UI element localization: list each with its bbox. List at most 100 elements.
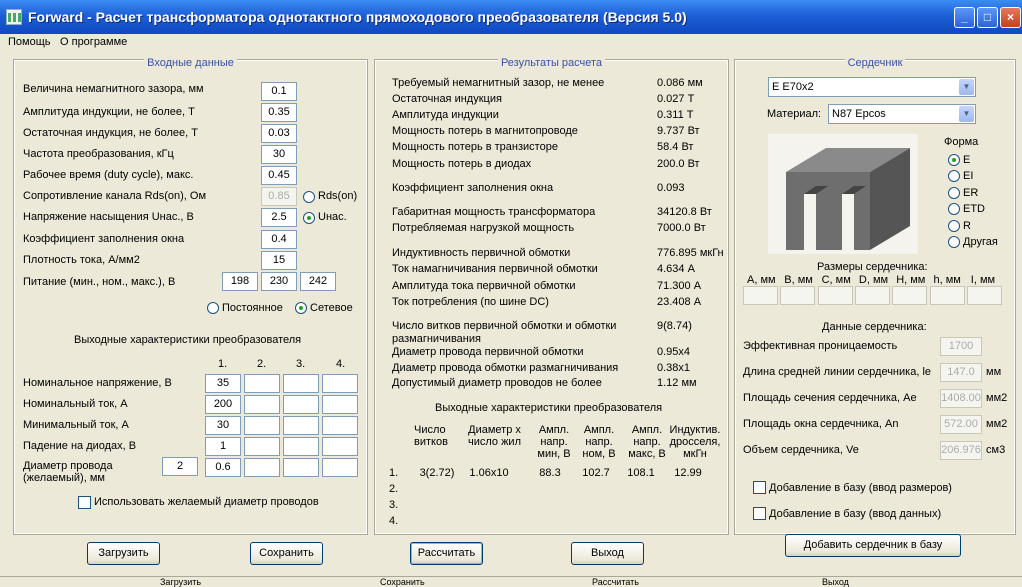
frequency-input[interactable]: 30	[261, 145, 297, 164]
size-input[interactable]	[743, 286, 778, 305]
core-data-label: Длина средней линии сердечника, le	[743, 366, 931, 378]
add-sizes-label: Добавление в базу (ввод размеров)	[769, 482, 952, 494]
form-radio[interactable]	[948, 186, 960, 199]
output-cell[interactable]	[244, 416, 280, 435]
size-input[interactable]	[817, 286, 853, 305]
add-data-checkbox[interactable]	[753, 507, 766, 520]
wire-count-input[interactable]: 2	[162, 457, 198, 476]
result-label: Остаточная индукция	[392, 93, 502, 105]
form-radio[interactable]	[948, 154, 960, 166]
size-label: C, мм	[821, 274, 851, 286]
calculate-button[interactable]: Рассчитать	[410, 542, 483, 565]
density-input[interactable]: 15	[261, 251, 297, 270]
results-row-index: 2.	[389, 483, 399, 495]
menu-about[interactable]: О программе	[60, 36, 127, 48]
col-3: 3.	[296, 358, 306, 370]
maximize-button[interactable]: □	[977, 7, 998, 28]
input-label-power: Питание (мин., ном., макс.), В	[23, 276, 176, 288]
result-value: 200.0 Вт	[657, 158, 700, 170]
output-cell[interactable]	[322, 395, 358, 414]
output-cell[interactable]	[283, 416, 319, 435]
output-cell[interactable]: 35	[205, 374, 241, 393]
form-radio[interactable]	[948, 236, 960, 248]
core-data-value[interactable]: 147.0	[940, 363, 982, 382]
unas-input[interactable]: 2.5	[261, 208, 297, 227]
size-input[interactable]	[892, 286, 928, 305]
output-cell[interactable]	[322, 416, 358, 435]
size-input[interactable]	[929, 286, 965, 305]
result-value: 34120.8 Вт	[657, 206, 712, 218]
close-button[interactable]: ×	[1000, 7, 1021, 28]
size-label: H, мм	[896, 274, 926, 286]
output-cell[interactable]	[244, 374, 280, 393]
rds-radio[interactable]	[303, 191, 315, 203]
induction-input[interactable]: 0.35	[261, 103, 297, 122]
output-cell[interactable]	[244, 395, 280, 414]
core-data-unit: мм2	[986, 418, 1008, 430]
output-cell[interactable]	[283, 374, 319, 393]
menu-help[interactable]: Помощь	[8, 36, 51, 48]
outputs-title: Выходные характеристики преобразователя	[74, 334, 302, 346]
result-label: Ток потребления (по шине DC)	[392, 296, 549, 308]
duty-input[interactable]: 0.45	[261, 166, 297, 185]
results-col-header: Диаметр х число жил	[467, 424, 521, 448]
result-label: Диаметр провода обмотки размагничивания	[392, 362, 619, 374]
net-radio[interactable]	[295, 302, 307, 314]
output-cell[interactable]	[322, 458, 358, 477]
input-label-gap: Величина немагнитного зазора, мм	[23, 83, 204, 95]
core-data-label: Площадь сечения сердечника, Ae	[743, 392, 917, 404]
data-label: Данные сердечника:	[822, 321, 927, 333]
residual-input[interactable]: 0.03	[261, 124, 297, 143]
output-cell[interactable]: 200	[205, 395, 241, 414]
result-label: Коэффициент заполнения окна	[392, 182, 554, 194]
core-data-value[interactable]: 206.976	[940, 441, 982, 460]
fill-input[interactable]: 0.4	[261, 230, 297, 249]
output-cell[interactable]	[283, 395, 319, 414]
ghost-strip: Загрузить Сохранить Рассчитать Выход	[0, 576, 1022, 587]
unas-radio[interactable]	[303, 212, 315, 224]
output-cell[interactable]: 1	[205, 437, 241, 456]
power-min-input[interactable]: 198	[222, 272, 258, 291]
use-wire-checkbox[interactable]	[78, 496, 91, 509]
power-nom-input[interactable]: 230	[261, 272, 297, 291]
size-input[interactable]	[854, 286, 890, 305]
form-radio[interactable]	[948, 219, 960, 232]
exit-button[interactable]: Выход	[571, 542, 644, 565]
results-row-index: 4.	[389, 515, 399, 527]
result-value: 1.12 мм	[657, 377, 697, 389]
result-value: 0.086 мм	[657, 77, 703, 89]
output-cell[interactable]	[322, 437, 358, 456]
output-cell[interactable]	[244, 458, 280, 477]
form-radio-label: R	[963, 219, 971, 232]
save-button[interactable]: Сохранить	[250, 542, 323, 565]
output-cell[interactable]	[283, 437, 319, 456]
add-core-button[interactable]: Добавить сердечник в базу	[785, 534, 961, 557]
gap-input[interactable]: 0.1	[261, 82, 297, 101]
core-data-value[interactable]: 1408.00	[940, 389, 982, 408]
power-max-input[interactable]: 242	[300, 272, 336, 291]
chevron-down-icon: ▼	[959, 79, 974, 95]
core-type-select[interactable]: E E70x2 ▼	[768, 77, 976, 97]
size-input[interactable]	[780, 286, 816, 305]
output-cell[interactable]	[322, 374, 358, 393]
load-button[interactable]: Загрузить	[87, 542, 160, 565]
result-value: 0.027 Т	[657, 93, 695, 105]
output-cell[interactable]: 0.6	[205, 458, 241, 477]
output-cell[interactable]	[283, 458, 319, 477]
col-1: 1.	[218, 358, 228, 370]
size-input[interactable]	[966, 286, 1002, 305]
rds-input[interactable]: 0.85	[261, 187, 297, 206]
result-label: Мощность потерь в транзисторе	[392, 141, 558, 153]
add-sizes-checkbox[interactable]	[753, 481, 766, 494]
minimize-button[interactable]: _	[954, 7, 975, 28]
results-cell: 88.3	[539, 467, 561, 479]
output-cell[interactable]: 30	[205, 416, 241, 435]
const-radio[interactable]	[207, 302, 219, 314]
result-value: 9(8.74)	[657, 320, 692, 332]
core-data-value[interactable]: 1700	[940, 337, 982, 356]
output-cell[interactable]	[244, 437, 280, 456]
title-bar: Forward - Расчет трансформатора однотакт…	[0, 0, 1022, 34]
form-radio-label: ER	[963, 186, 979, 199]
core-data-value[interactable]: 572.00	[940, 415, 982, 434]
material-select[interactable]: N87 Epcos ▼	[828, 104, 976, 124]
